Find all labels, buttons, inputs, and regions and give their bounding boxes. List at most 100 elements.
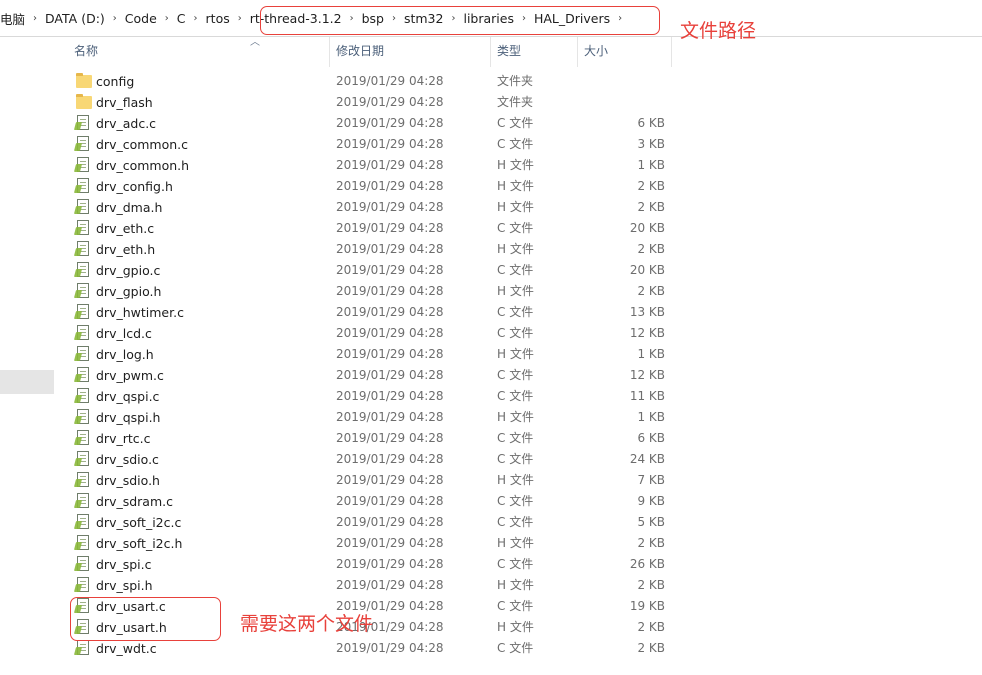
file-size: 2 KB xyxy=(637,284,665,298)
breadcrumb-item[interactable]: bsp xyxy=(356,11,390,26)
chevron-right-icon[interactable]: › xyxy=(616,13,624,24)
file-name: drv_pwm.c xyxy=(96,368,164,383)
file-size: 1 KB xyxy=(637,158,665,172)
file-name: drv_eth.c xyxy=(96,221,155,236)
breadcrumb-item[interactable]: HAL_Drivers xyxy=(528,11,616,26)
file-size: 1 KB xyxy=(637,347,665,361)
file-icon xyxy=(77,325,89,340)
file-row[interactable]: drv_wdt.c 2019/01/29 04:28 C 文件 2 KB xyxy=(58,638,678,659)
file-row[interactable]: drv_sdio.c 2019/01/29 04:28 C 文件 24 KB xyxy=(58,449,678,470)
file-row[interactable]: drv_common.c 2019/01/29 04:28 C 文件 3 KB xyxy=(58,134,678,155)
chevron-right-icon[interactable]: › xyxy=(163,13,171,24)
file-date: 2019/01/29 04:28 xyxy=(336,116,444,130)
file-date: 2019/01/29 04:28 xyxy=(336,242,444,256)
chevron-right-icon[interactable]: › xyxy=(111,13,119,24)
breadcrumb-item[interactable]: C xyxy=(171,11,192,26)
file-icon xyxy=(77,262,89,277)
file-row[interactable]: drv_soft_i2c.c 2019/01/29 04:28 C 文件 5 KB xyxy=(58,512,678,533)
file-date: 2019/01/29 04:28 xyxy=(336,305,444,319)
file-row[interactable]: drv_eth.h 2019/01/29 04:28 H 文件 2 KB xyxy=(58,239,678,260)
file-row[interactable]: drv_soft_i2c.h 2019/01/29 04:28 H 文件 2 KB xyxy=(58,533,678,554)
file-icon xyxy=(77,409,89,424)
file-row[interactable]: drv_qspi.h 2019/01/29 04:28 H 文件 1 KB xyxy=(58,407,678,428)
files-annotation-label: 需要这两个文件 xyxy=(240,613,374,635)
file-icon xyxy=(77,535,89,550)
file-name: drv_qspi.h xyxy=(96,410,161,425)
breadcrumb-item[interactable]: rt-thread-3.1.2 xyxy=(244,11,348,26)
file-row[interactable]: config 2019/01/29 04:28 文件夹 xyxy=(58,71,678,92)
file-row[interactable]: drv_qspi.c 2019/01/29 04:28 C 文件 11 KB xyxy=(58,386,678,407)
breadcrumb-item[interactable]: 电脑 xyxy=(0,9,31,28)
file-row[interactable]: drv_sdio.h 2019/01/29 04:28 H 文件 7 KB xyxy=(58,470,678,491)
file-date: 2019/01/29 04:28 xyxy=(336,431,444,445)
sort-ascending-icon: ︿ xyxy=(250,37,260,48)
column-type[interactable]: 类型 xyxy=(491,37,576,67)
file-row[interactable]: drv_common.h 2019/01/29 04:28 H 文件 1 KB xyxy=(58,155,678,176)
file-row[interactable]: drv_lcd.c 2019/01/29 04:28 C 文件 12 KB xyxy=(58,323,678,344)
file-row[interactable]: drv_hwtimer.c 2019/01/29 04:28 C 文件 13 KB xyxy=(58,302,678,323)
breadcrumb-item[interactable]: stm32 xyxy=(398,11,450,26)
breadcrumb-item[interactable]: libraries xyxy=(457,11,520,26)
file-size: 6 KB xyxy=(637,431,665,445)
file-icon xyxy=(77,136,89,151)
file-date: 2019/01/29 04:28 xyxy=(336,389,444,403)
column-name[interactable]: 名称 xyxy=(68,37,328,67)
breadcrumb[interactable]: 电脑 › DATA (D:) › Code › C › rtos › rt-thread-3.1.2… xyxy=(0,0,982,37)
chevron-right-icon[interactable]: › xyxy=(390,13,398,24)
file-row[interactable]: drv_gpio.h 2019/01/29 04:28 H 文件 2 KB xyxy=(58,281,678,302)
file-name: drv_usart.h xyxy=(96,620,167,635)
file-icon xyxy=(77,178,89,193)
column-date[interactable]: 修改日期 xyxy=(330,37,490,67)
file-icon xyxy=(77,388,89,403)
navigation-pane[interactable] xyxy=(0,37,55,675)
file-size: 3 KB xyxy=(637,137,665,151)
file-icon xyxy=(77,451,89,466)
file-row[interactable]: drv_spi.h 2019/01/29 04:28 H 文件 2 KB xyxy=(58,575,678,596)
file-size: 20 KB xyxy=(629,263,665,277)
file-type: H 文件 xyxy=(497,473,534,487)
file-row[interactable]: drv_log.h 2019/01/29 04:28 H 文件 1 KB xyxy=(58,344,678,365)
breadcrumb-item[interactable]: DATA (D:) xyxy=(39,11,111,26)
chevron-right-icon[interactable]: › xyxy=(192,13,200,24)
file-row[interactable]: drv_config.h 2019/01/29 04:28 H 文件 2 KB xyxy=(58,176,678,197)
file-size: 13 KB xyxy=(629,305,665,319)
file-row[interactable]: drv_adc.c 2019/01/29 04:28 C 文件 6 KB xyxy=(58,113,678,134)
file-icon xyxy=(77,598,89,613)
chevron-right-icon[interactable]: › xyxy=(31,13,39,24)
file-date: 2019/01/29 04:28 xyxy=(336,200,444,214)
file-name: drv_wdt.c xyxy=(96,641,157,656)
file-type: H 文件 xyxy=(497,158,534,172)
file-type: C 文件 xyxy=(497,494,534,508)
nav-selected-item[interactable] xyxy=(0,370,54,394)
file-type: C 文件 xyxy=(497,263,534,277)
file-row[interactable]: drv_rtc.c 2019/01/29 04:28 C 文件 6 KB xyxy=(58,428,678,449)
file-type: H 文件 xyxy=(497,179,534,193)
file-type: C 文件 xyxy=(497,221,534,235)
file-row[interactable]: drv_sdram.c 2019/01/29 04:28 C 文件 9 KB xyxy=(58,491,678,512)
file-row[interactable]: drv_eth.c 2019/01/29 04:28 C 文件 20 KB xyxy=(58,218,678,239)
file-row[interactable]: drv_gpio.c 2019/01/29 04:28 C 文件 20 KB xyxy=(58,260,678,281)
chevron-right-icon[interactable]: › xyxy=(449,13,457,24)
file-type: C 文件 xyxy=(497,599,534,613)
chevron-right-icon[interactable]: › xyxy=(348,13,356,24)
file-row[interactable]: drv_pwm.c 2019/01/29 04:28 C 文件 12 KB xyxy=(58,365,678,386)
file-type: C 文件 xyxy=(497,515,534,529)
file-size: 2 KB xyxy=(637,578,665,592)
file-row[interactable]: drv_flash 2019/01/29 04:28 文件夹 xyxy=(58,92,678,113)
column-divider[interactable] xyxy=(671,37,672,67)
file-name: drv_qspi.c xyxy=(96,389,160,404)
file-name: drv_spi.c xyxy=(96,557,152,572)
breadcrumb-item[interactable]: Code xyxy=(119,11,163,26)
file-type: C 文件 xyxy=(497,557,534,571)
file-date: 2019/01/29 04:28 xyxy=(336,515,444,529)
file-size: 20 KB xyxy=(629,221,665,235)
file-row[interactable]: drv_dma.h 2019/01/29 04:28 H 文件 2 KB xyxy=(58,197,678,218)
breadcrumb-item[interactable]: rtos xyxy=(200,11,236,26)
file-row[interactable]: drv_spi.c 2019/01/29 04:28 C 文件 26 KB xyxy=(58,554,678,575)
file-type: C 文件 xyxy=(497,137,534,151)
chevron-right-icon[interactable]: › xyxy=(236,13,244,24)
file-date: 2019/01/29 04:28 xyxy=(336,95,444,109)
file-date: 2019/01/29 04:28 xyxy=(336,221,444,235)
chevron-right-icon[interactable]: › xyxy=(520,13,528,24)
column-size[interactable]: 大小 xyxy=(578,37,670,67)
